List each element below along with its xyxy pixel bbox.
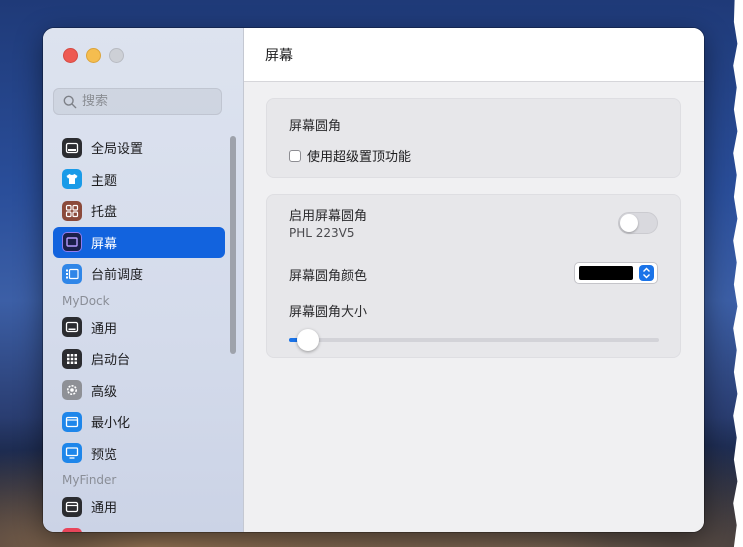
zoom-button[interactable] (109, 48, 124, 63)
main-panel: 屏幕 屏幕圆角 使用超级置顶功能 启用屏幕圆角 PHL 223V5 屏幕圆角颜色 (244, 28, 704, 532)
settings-panel-icon (62, 137, 82, 158)
tshirt-icon (62, 169, 82, 190)
card-title: 屏幕圆角 (289, 119, 342, 134)
sidebar-item-minimize[interactable]: 最小化 (53, 406, 225, 438)
super-top-checkbox-row[interactable]: 使用超级置顶功能 (289, 146, 411, 165)
corner-color-picker[interactable] (574, 262, 658, 284)
grid-icon (62, 200, 82, 221)
finder-general-icon (62, 496, 82, 517)
sidebar-scrollbar[interactable] (230, 136, 236, 354)
stage-manager-icon (62, 263, 82, 284)
page-title: 屏幕 (265, 47, 293, 64)
app-icon (62, 528, 82, 532)
sidebar-item-label: 预览 (91, 447, 118, 463)
preview-monitor-icon (62, 443, 82, 464)
corner-size-label: 屏幕圆角大小 (289, 305, 368, 320)
sidebar-item-label: 全局设置 (91, 142, 144, 158)
window-controls (63, 48, 124, 63)
sidebar-item-tray[interactable]: 托盘 (53, 195, 225, 227)
sidebar-item-label: 启动台 (91, 353, 131, 369)
dock-general-icon (62, 317, 82, 338)
sidebar-item-theme[interactable]: 主题 (53, 164, 225, 196)
sidebar-section-mydock: MyDock (62, 293, 110, 308)
sidebar-item-finder-general[interactable]: 通用 (53, 491, 225, 523)
sidebar-item-global-settings[interactable]: 全局设置 (53, 132, 225, 164)
chevron-up-down-icon (643, 267, 650, 279)
toggle-knob (620, 214, 638, 232)
minimize-window-icon (62, 411, 82, 432)
sidebar-item-label: 台前调度 (91, 268, 144, 284)
color-dropdown-button[interactable] (639, 265, 654, 281)
gear-icon (62, 380, 82, 401)
sidebar-item-label: 通用 (91, 501, 118, 517)
title-bar: 屏幕 (244, 28, 704, 82)
sidebar-nav: 全局设置 主题 托盘 屏幕 台前调度 MyDock 通用 启动台 高级 最小化 … (53, 132, 225, 532)
sidebar-item-dock-general[interactable]: 通用 (53, 312, 225, 344)
sidebar-item-label: 托盘 (91, 205, 118, 221)
corner-settings-card: 启用屏幕圆角 PHL 223V5 屏幕圆角颜色 屏幕圆角大小 (266, 194, 681, 358)
launchpad-icon (62, 348, 82, 369)
color-swatch (579, 266, 633, 280)
sidebar-item-next[interactable] (53, 523, 225, 532)
enable-corners-label: 启用屏幕圆角 (289, 209, 368, 224)
corner-size-slider[interactable] (289, 329, 659, 351)
sidebar-item-label: 高级 (91, 384, 118, 400)
search-box[interactable] (53, 88, 222, 115)
slider-thumb[interactable] (296, 329, 319, 351)
close-button[interactable] (63, 48, 78, 63)
checkbox-label: 使用超级置顶功能 (307, 150, 412, 165)
sidebar-item-label: 屏幕 (91, 236, 118, 252)
settings-window: 全局设置 主题 托盘 屏幕 (43, 28, 704, 532)
sidebar-item-stage-manager[interactable]: 台前调度 (53, 258, 225, 290)
sidebar-item-preview[interactable]: 预览 (53, 438, 225, 470)
search-icon (63, 95, 77, 108)
sidebar-item-advanced[interactable]: 高级 (53, 375, 225, 407)
sidebar: 全局设置 主题 托盘 屏幕 (43, 28, 244, 532)
sidebar-item-label: 最小化 (91, 416, 131, 432)
display-icon (62, 232, 82, 253)
corner-color-label: 屏幕圆角颜色 (289, 269, 368, 284)
display-name: PHL 223V5 (289, 226, 355, 240)
sidebar-section-myfinder: MyFinder (62, 473, 117, 487)
sidebar-item-display[interactable]: 屏幕 (53, 226, 225, 258)
enable-corners-toggle[interactable] (618, 212, 658, 234)
minimize-button[interactable] (86, 48, 101, 63)
super-top-checkbox[interactable] (289, 149, 301, 162)
search-input[interactable] (82, 94, 212, 109)
rounded-corners-card: 屏幕圆角 使用超级置顶功能 (266, 98, 681, 178)
sidebar-item-launchpad[interactable]: 启动台 (53, 343, 225, 375)
sidebar-item-label: 主题 (91, 173, 118, 189)
sidebar-item-label: 通用 (91, 321, 118, 337)
